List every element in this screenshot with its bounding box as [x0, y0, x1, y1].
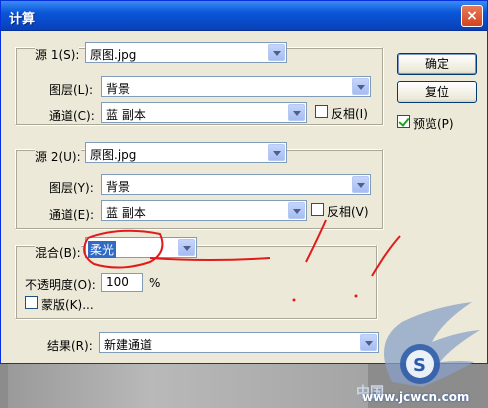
preview-label: 预览(P)	[413, 115, 454, 132]
source2-channel-select[interactable]: 蓝 副本	[101, 200, 307, 221]
watermark-text-url: www.jcwcn.com	[362, 390, 470, 404]
mask-label[interactable]: 蒙版(K)...	[41, 296, 94, 313]
close-icon: ×	[466, 8, 478, 24]
source1-layer-select[interactable]: 背景	[101, 76, 371, 97]
source2-invert-checkbox[interactable]	[311, 203, 324, 216]
dialog-title: 计算	[9, 12, 36, 27]
chevron-down-icon[interactable]	[268, 44, 285, 61]
source2-invert-label: 反相(V)	[327, 203, 369, 220]
chevron-down-icon[interactable]	[352, 176, 369, 193]
svg-text:S: S	[413, 355, 426, 376]
source1-channel-select[interactable]: 蓝 副本	[101, 102, 307, 123]
source1-invert-label: 反相(I)	[331, 105, 368, 122]
source2-select[interactable]: 原图.jpg	[85, 142, 287, 163]
opacity-label: 不透明度(O):	[25, 276, 96, 293]
watermark-logo: S 中国 www.jcwcn.com	[356, 302, 482, 406]
source1-layer-label: 图层(L):	[49, 81, 94, 98]
close-button[interactable]: ×	[461, 5, 483, 27]
source2-channel-value: 蓝 副本	[106, 206, 146, 220]
source2-layer-value: 背景	[106, 180, 131, 194]
source1-channel-label: 通道(C):	[49, 107, 95, 124]
result-select[interactable]: 新建通道	[99, 332, 379, 353]
result-value: 新建通道	[104, 338, 153, 352]
source1-invert-checkbox[interactable]	[315, 105, 328, 118]
result-label: 结果(R):	[47, 337, 93, 354]
opacity-input[interactable]: 100	[101, 273, 143, 292]
source2-layer-select[interactable]: 背景	[101, 174, 371, 195]
chevron-down-icon[interactable]	[352, 78, 369, 95]
blend-label: 混合(B):	[35, 244, 81, 261]
preview-checkbox[interactable]	[397, 115, 410, 128]
blend-mode-value: 柔光	[88, 241, 117, 258]
source2-layer-label: 图层(Y):	[49, 179, 94, 196]
source1-value: 原图.jpg	[90, 48, 137, 62]
source1-label: 源 1(S):	[35, 46, 80, 63]
reset-button[interactable]: 复位	[397, 81, 477, 103]
chevron-down-icon[interactable]	[268, 144, 285, 161]
chevron-down-icon[interactable]	[288, 202, 305, 219]
ok-button[interactable]: 确定	[397, 53, 477, 75]
source1-select[interactable]: 原图.jpg	[85, 42, 287, 63]
opacity-unit: %	[149, 276, 161, 290]
title-bar[interactable]: 计算 ×	[1, 1, 487, 31]
canvas-image	[8, 364, 368, 408]
chevron-down-icon[interactable]	[178, 239, 195, 256]
source2-channel-label: 通道(E):	[49, 206, 94, 223]
mask-checkbox[interactable]	[25, 296, 38, 309]
source2-value: 原图.jpg	[90, 148, 137, 162]
source1-layer-value: 背景	[106, 82, 131, 96]
blend-mode-select[interactable]: 柔光	[85, 237, 197, 258]
chevron-down-icon[interactable]	[288, 104, 305, 121]
source2-label: 源 2(U):	[35, 148, 81, 165]
opacity-value: 100	[106, 275, 129, 289]
source1-channel-value: 蓝 副本	[106, 108, 146, 122]
